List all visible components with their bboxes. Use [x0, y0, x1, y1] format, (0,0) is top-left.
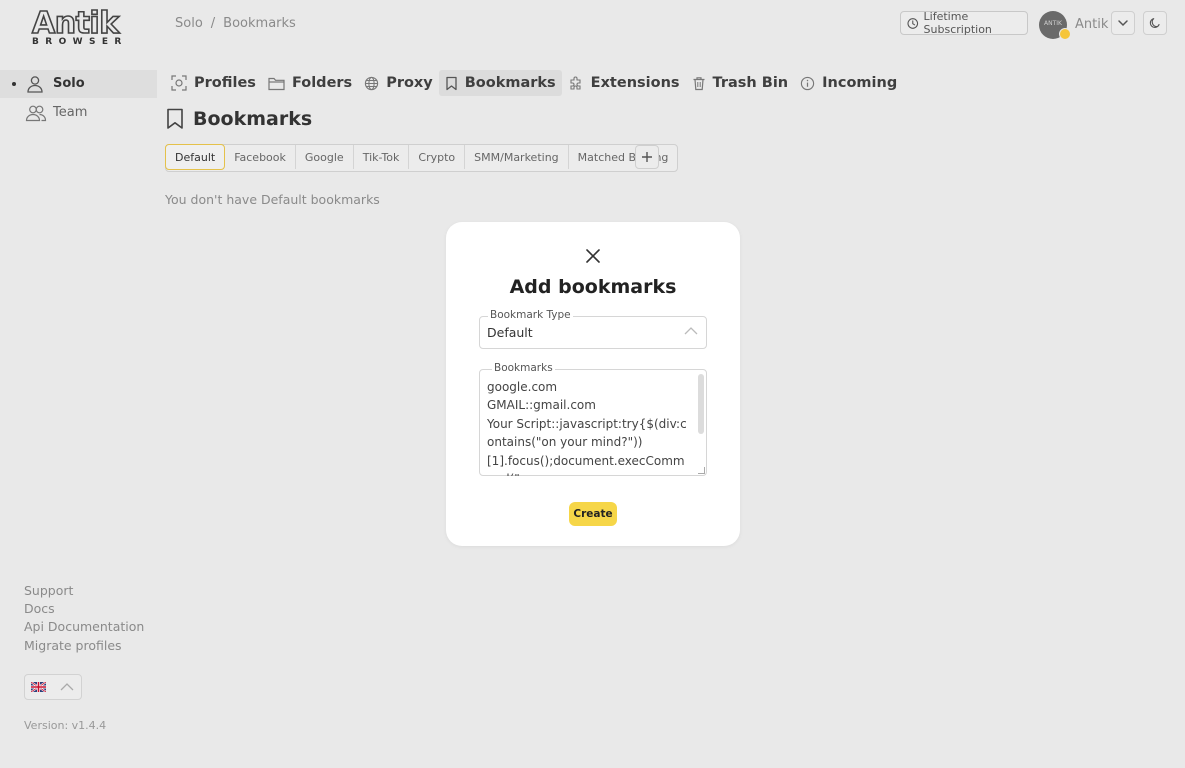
uk-flag-icon — [31, 682, 46, 692]
category-tab-crypto[interactable]: Crypto — [409, 145, 466, 169]
category-tab-tiktok[interactable]: Tik-Tok — [354, 145, 410, 169]
textarea-resize-handle[interactable] — [698, 467, 705, 474]
category-tab-smm-marketing[interactable]: SMM/Marketing — [465, 145, 569, 169]
support-link[interactable]: Support — [24, 583, 73, 598]
tab-folders[interactable]: Folders — [262, 70, 358, 96]
category-tab-google[interactable]: Google — [296, 145, 354, 169]
bookmark-type-legend: Bookmark Type — [488, 309, 573, 321]
create-button[interactable]: Create — [569, 502, 617, 526]
close-icon — [586, 249, 600, 263]
category-tab-matched-betting[interactable]: Matched Betting — [569, 145, 678, 169]
account-dropdown-button[interactable] — [1111, 11, 1135, 35]
puzzle-icon — [570, 76, 581, 90]
bookmark-icon — [167, 108, 183, 129]
logo-wordmark: Antik — [31, 5, 120, 42]
version-label: Version: v1.4.4 — [24, 719, 107, 732]
info-icon — [800, 76, 815, 90]
api-documentation-link[interactable]: Api Documentation — [24, 619, 144, 634]
breadcrumb-separator: / — [210, 16, 216, 31]
category-tab-facebook[interactable]: Facebook — [225, 145, 296, 169]
main-nav: Profiles Folders Proxy Bookmarks Extensi… — [165, 70, 903, 96]
textarea-scrollbar[interactable] — [698, 374, 704, 434]
globe-icon — [365, 76, 379, 90]
trash-icon — [693, 76, 705, 90]
subscription-label: Lifetime Subscription — [923, 10, 992, 36]
add-bookmarks-modal: Add bookmarks Bookmark Type Default Book… — [446, 222, 740, 546]
tab-proxy[interactable]: Proxy — [358, 70, 439, 96]
tab-trash-bin[interactable]: Trash Bin — [686, 70, 795, 96]
bookmarks-legend: Bookmarks — [492, 362, 555, 374]
moon-icon — [1149, 17, 1160, 28]
bookmark-line: GMAIL::gmail.com — [487, 398, 596, 413]
tab-label: Incoming — [822, 75, 898, 91]
bookmark-type-value: Default — [487, 325, 533, 340]
tab-bookmarks[interactable]: Bookmarks — [438, 70, 562, 96]
category-tab-default[interactable]: Default — [165, 144, 226, 170]
tab-extensions[interactable]: Extensions — [562, 70, 686, 96]
sidebar-item-solo[interactable]: Solo — [0, 70, 157, 98]
avatar[interactable]: ANTIK — [1039, 11, 1071, 40]
bookmark-type-select[interactable]: Bookmark Type Default — [479, 309, 707, 349]
breadcrumb-solo[interactable]: Solo — [175, 16, 203, 31]
chevron-up-icon — [684, 327, 698, 335]
bookmarks-textarea-content: google.com GMAIL::gmail.com Your Script:… — [487, 378, 691, 476]
tab-label: Trash Bin — [712, 75, 789, 91]
bookmark-line: [1].focus();document.execCommand(" — [487, 453, 685, 476]
tab-label: Proxy — [386, 75, 433, 91]
logo-subtitle: BROWSER — [32, 37, 128, 47]
theme-toggle-button[interactable] — [1143, 11, 1167, 35]
bookmark-category-tabs: Default Facebook Google Tik-Tok Crypto S… — [165, 144, 679, 172]
empty-state-message: You don't have Default bookmarks — [165, 192, 380, 207]
docs-link[interactable]: Docs — [24, 601, 55, 616]
language-selector[interactable] — [24, 674, 82, 700]
migrate-profiles-link[interactable]: Migrate profiles — [24, 638, 122, 653]
avatar-badge — [1059, 28, 1071, 40]
page-title-text: Bookmarks — [193, 108, 313, 130]
plus-icon — [642, 152, 652, 162]
modal-title: Add bookmarks — [509, 276, 677, 298]
add-category-button[interactable] — [635, 145, 659, 169]
bookmark-line: google.com — [487, 380, 558, 394]
subscription-button[interactable]: Lifetime Subscription — [900, 10, 1028, 36]
chevron-down-icon — [1118, 20, 1128, 27]
breadcrumb-bookmarks: Bookmarks — [223, 16, 296, 31]
close-button[interactable] — [584, 247, 602, 265]
sidebar-item-label: Solo — [53, 76, 85, 91]
sidebar-item-label: Team — [53, 105, 88, 120]
profiles-icon — [171, 75, 187, 91]
sidebar-item-team[interactable]: Team — [0, 99, 157, 127]
username[interactable]: Antik — [1075, 17, 1108, 32]
tab-label: Bookmarks — [464, 75, 556, 91]
tab-label: Profiles — [194, 75, 256, 91]
tab-incoming[interactable]: Incoming — [794, 70, 903, 96]
tab-label: Extensions — [590, 75, 680, 91]
app-logo: Antik BROWSER — [30, 5, 128, 48]
clock-icon — [907, 17, 919, 29]
breadcrumb: Solo / Bookmarks — [175, 16, 296, 31]
page-title: Bookmarks — [165, 108, 312, 130]
bookmark-icon — [446, 76, 457, 90]
folder-icon — [268, 77, 285, 90]
chevron-up-icon — [60, 683, 74, 691]
tab-profiles[interactable]: Profiles — [165, 70, 262, 96]
tab-label: Folders — [291, 75, 353, 91]
avatar-text: ANTIK — [1044, 20, 1062, 27]
bookmarks-textarea[interactable]: Bookmarks google.com GMAIL::gmail.com Yo… — [479, 362, 707, 476]
team-icon — [25, 105, 47, 122]
bookmark-line: Your Script::javascript:try{$(div:contai… — [487, 416, 687, 450]
active-dot — [12, 82, 16, 86]
user-icon — [27, 76, 43, 93]
